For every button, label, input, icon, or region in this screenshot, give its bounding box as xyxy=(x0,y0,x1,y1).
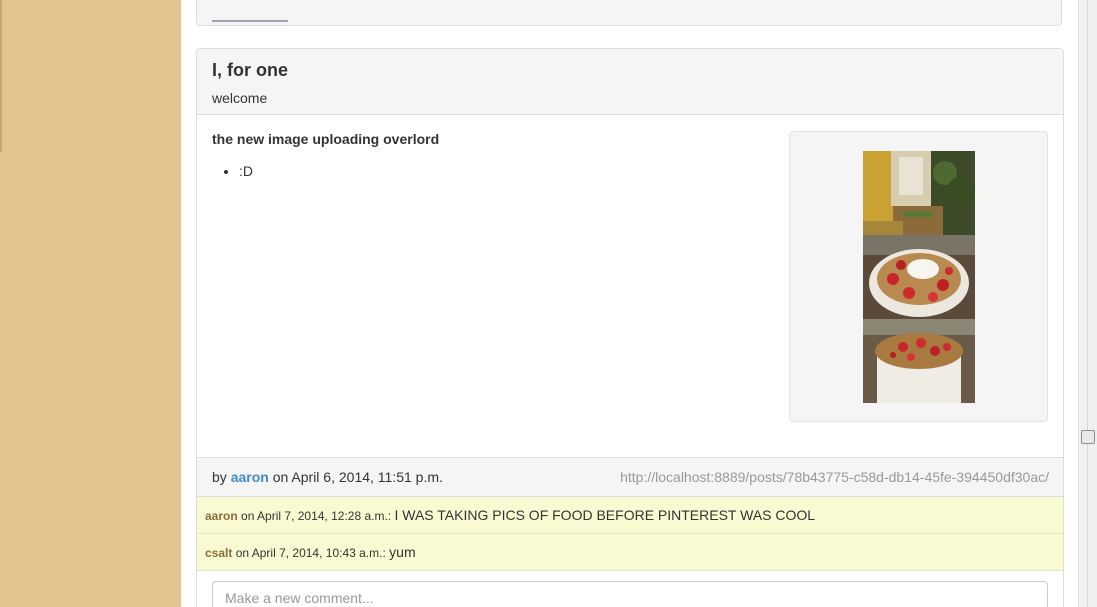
on-label: on xyxy=(272,469,289,485)
post-date: April 6, 2014, 11:51 p.m. xyxy=(291,469,443,485)
scrollbar-track xyxy=(1087,0,1088,607)
comment-text: I WAS TAKING PICS OF FOOD BEFORE PINTERE… xyxy=(394,507,816,523)
scrollbar-thumb[interactable] xyxy=(1081,430,1095,444)
post-footer: by aaron on April 6, 2014, 11:51 p.m. ht… xyxy=(197,457,1063,497)
page: I, for one welcome the new image uploadi… xyxy=(0,0,1097,607)
comment: csalt on April 7, 2014, 10:43 a.m.: yum xyxy=(197,534,1063,571)
comment-author[interactable]: aaron xyxy=(205,509,238,523)
previous-post-link-underline[interactable] xyxy=(212,20,288,22)
post-heading: I, for one welcome xyxy=(197,49,1063,115)
post-title: I, for one xyxy=(212,60,288,80)
yogurt-granola-photo[interactable] xyxy=(863,319,975,403)
main-content: I, for one welcome the new image uploadi… xyxy=(181,0,1078,607)
post-permalink[interactable]: http://localhost:8889/posts/78b43775-c58… xyxy=(620,458,1049,496)
post-body-title: the new image uploading overlord xyxy=(212,131,440,147)
new-comment-area xyxy=(197,571,1063,607)
image-gallery xyxy=(789,131,1048,422)
comment-author[interactable]: csalt xyxy=(205,546,232,560)
yogurt-strawberries-photo[interactable] xyxy=(863,235,975,319)
new-comment-input[interactable] xyxy=(212,581,1048,607)
post-panel: I, for one welcome the new image uploadi… xyxy=(196,48,1064,607)
sidebar-edge xyxy=(0,0,2,152)
list-item: :D xyxy=(239,163,253,179)
post-body: the new image uploading overlord :D xyxy=(197,115,1063,457)
post-body-list: :D xyxy=(212,163,253,179)
hallway-photo[interactable] xyxy=(863,151,975,235)
post-author-link[interactable]: aaron xyxy=(231,469,269,485)
comment-meta: on April 7, 2014, 10:43 a.m.: xyxy=(235,546,386,560)
comment-meta: on April 7, 2014, 12:28 a.m.: xyxy=(241,509,392,523)
left-sidebar xyxy=(0,0,181,607)
vertical-scrollbar[interactable] xyxy=(1078,0,1097,607)
post-subtitle: welcome xyxy=(212,90,268,106)
previous-post-panel xyxy=(196,0,1062,26)
by-label: by xyxy=(212,469,227,485)
comment: aaron on April 7, 2014, 12:28 a.m.: I WA… xyxy=(197,497,1063,534)
comment-text: yum xyxy=(389,544,416,560)
